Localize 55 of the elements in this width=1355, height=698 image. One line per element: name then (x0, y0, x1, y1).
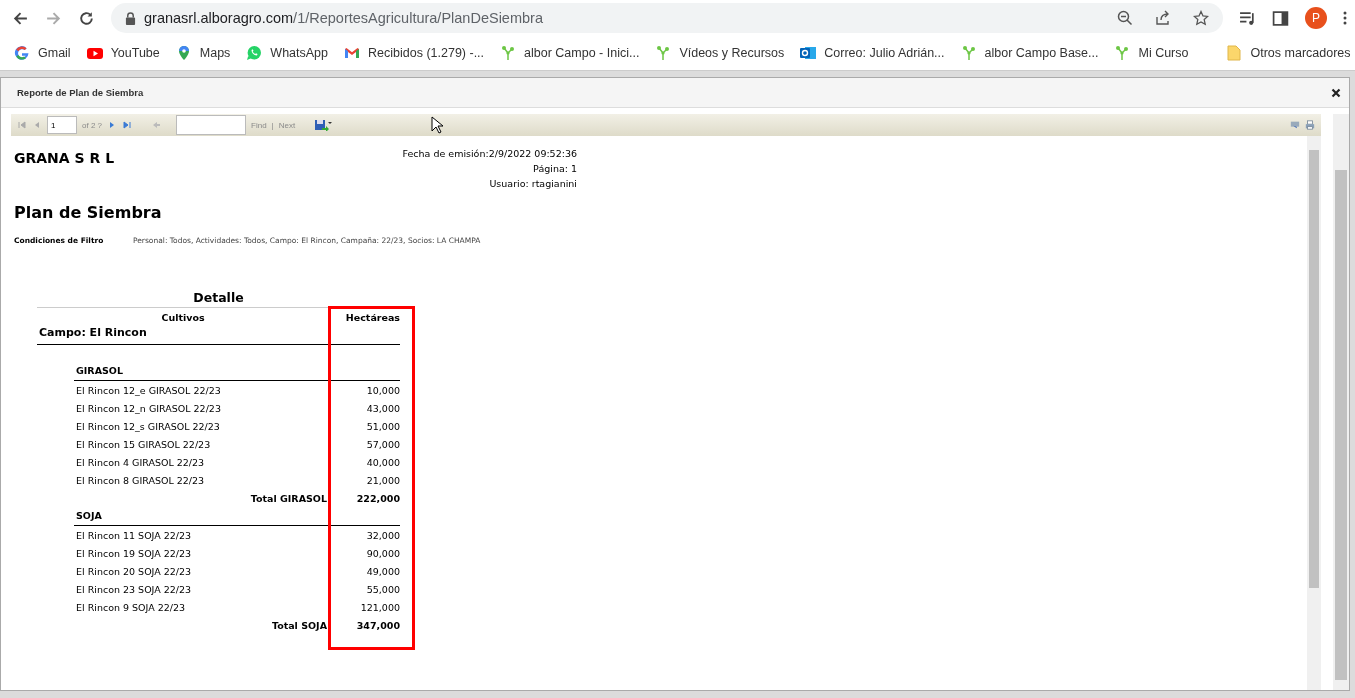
table-cell-text: 21,000 (365, 474, 400, 486)
table-title: Detalle (37, 290, 400, 308)
table-cell-text: El Rincon 11 SOJA 22/23 (75, 529, 193, 541)
group-heading: Campo: El Rincon (37, 326, 400, 345)
column-header: Hectáreas (344, 311, 400, 323)
column-header: Cultivos (160, 311, 206, 323)
company-name: GRANA S R L (14, 149, 115, 168)
table-cell-text: El Rincon 20 SOJA 22/23 (75, 565, 193, 577)
total-value: 347,000 (355, 619, 400, 631)
table-cell-text: El Rincon 9 SOJA 22/23 (75, 601, 187, 613)
table-cell-text: El Rincon 12_n GIRASOL 22/23 (75, 402, 222, 414)
table-cell-text: El Rincon 12_s GIRASOL 22/23 (75, 420, 221, 432)
table-cell-text: 121,000 (359, 601, 400, 613)
address-bar[interactable]: granasrl.alboragro.com/1/ReportesAgricultura/PlanDeSiembra (111, 3, 1223, 33)
table-cell-text: El Rincon 4 GIRASOL 22/23 (75, 456, 206, 468)
bookmark[interactable]: Gmail (14, 45, 71, 61)
table-cell-text: 49,000 (365, 565, 400, 577)
report-meta-line: Página: 1 (532, 162, 577, 176)
table-cell-text: El Rincon 19 SOJA 22/23 (75, 547, 193, 559)
table-cell-text: 10,000 (365, 384, 400, 396)
bookmark[interactable]: Correo: Julio Adrián... (800, 45, 945, 61)
table-cell-text: 32,000 (365, 529, 400, 541)
table-cell-text: El Rincon 23 SOJA 22/23 (75, 583, 193, 595)
crop-heading: GIRASOL (74, 345, 400, 381)
bookmark[interactable]: Recibidos (1.279) -... (344, 45, 485, 61)
table-cell-text: 90,000 (365, 547, 400, 559)
bookmark-folder[interactable]: Otros marcadores (1226, 45, 1351, 61)
table-cell-text: 55,000 (365, 583, 400, 595)
table-cell-text: El Rincon 12_e GIRASOL 22/23 (75, 384, 222, 396)
url-text: granasrl.alboragro.com/1/ReportesAgricultura/PlanDeSiembra (144, 10, 543, 26)
crop-heading: SOJA (74, 507, 400, 526)
report-title: Plan de Siembra (14, 203, 163, 222)
bookmark[interactable]: WhatsApp (246, 45, 329, 61)
bookmark[interactable]: albor Campo Base... (960, 45, 1099, 61)
page-number-field[interactable]: 1 (47, 116, 77, 134)
table-cell-text: 40,000 (365, 456, 400, 468)
total-label: Total SOJA (270, 619, 327, 631)
dialog-title: Reporte de Plan de Siembra (17, 87, 145, 98)
profile-avatar[interactable]: P (1305, 7, 1327, 29)
total-label: Total GIRASOL (249, 492, 327, 504)
total-value: 222,000 (355, 492, 400, 504)
table-cell-text: 43,000 (365, 402, 400, 414)
table-cell-text: 57,000 (365, 438, 400, 450)
page-count: of 2 ? (82, 120, 102, 130)
bookmark[interactable]: Maps (175, 45, 231, 61)
bookmark[interactable]: YouTube (86, 45, 160, 61)
table-cell-text: 51,000 (365, 420, 400, 432)
bookmark[interactable]: albor Campo - Inici... (500, 45, 640, 61)
table-cell-text: El Rincon 15 GIRASOL 22/23 (75, 438, 212, 450)
separator-text: | (271, 120, 274, 130)
bookmark[interactable]: Mi Curso (1114, 45, 1189, 61)
table-cell-text: El Rincon 8 GIRASOL 22/23 (75, 474, 206, 486)
report-meta-line: Fecha de emisión:2/9/2022 09:52:36 (402, 147, 577, 161)
report-meta-line: Usuario: rtagianini (488, 177, 577, 191)
bookmark[interactable]: Vídeos y Recursos (655, 45, 785, 61)
